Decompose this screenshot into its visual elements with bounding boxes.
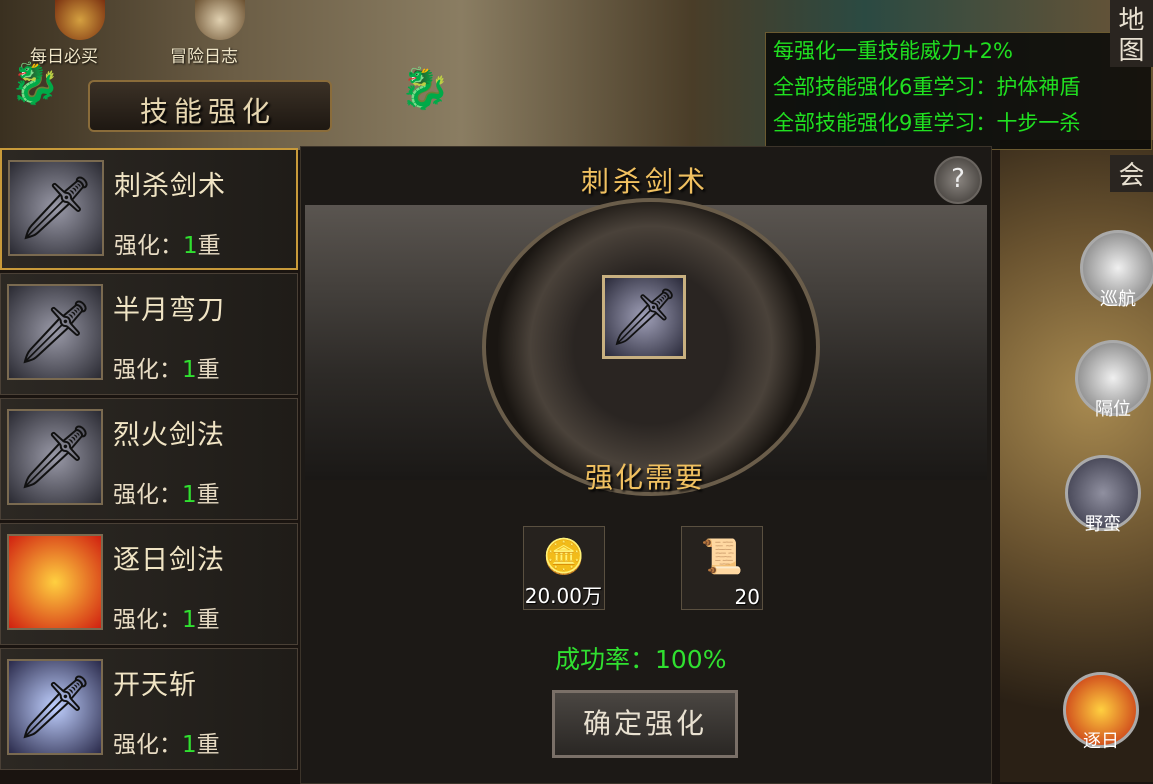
skip-position-label: 隔位 (1095, 399, 1131, 420)
gift-icon (55, 0, 105, 40)
crescent-sword-icon: 🗡 (7, 284, 103, 380)
cost-item-scroll[interactable]: 📜 20 (681, 526, 763, 610)
gold-ingot-icon: 🪙 (542, 537, 586, 577)
selected-skill-sword-icon: 🗡 (602, 275, 686, 359)
window-title: 技能强化 (140, 95, 277, 128)
savage-label: 野蛮 (1085, 514, 1121, 535)
skill-name: 烈火剑法 (113, 420, 225, 451)
scroll-icon: 📜 (700, 537, 744, 577)
tooltip-line: 全部技能强化9重学习：十步一杀 (773, 111, 1081, 135)
guild-tab[interactable]: 会 (1110, 155, 1153, 192)
skill-level: 强化：1重 (113, 732, 220, 758)
item-count: 20 (734, 585, 760, 609)
skill-item-assassinate[interactable]: 🗡 刺杀剑术 强化：1重 (0, 148, 298, 270)
lightning-sword-icon: 🗡 (7, 659, 103, 755)
adventure-log-label: 冒险日志 (170, 47, 238, 67)
sword-icon: 🗡 (8, 160, 104, 256)
sun-chaser-label: 逐日 (1083, 731, 1119, 752)
fire-slash-icon (7, 534, 103, 630)
skill-name: 刺杀剑术 (114, 171, 226, 202)
dragon-ornament-right-icon: 🐉 (400, 66, 450, 112)
cost-item-gold[interactable]: 🪙 20.00万 (523, 526, 605, 610)
dragon-ornament-left-icon: 🐉 (10, 61, 60, 107)
window-title-plate: 技能强化 (88, 80, 332, 132)
map-tab-2[interactable]: 图 (1110, 30, 1153, 67)
skill-name: 半月弯刀 (113, 295, 225, 326)
requirement-title: 强化需要 (584, 461, 705, 494)
skill-level: 强化：1重 (113, 607, 220, 633)
success-rate: 成功率：100% (555, 645, 727, 674)
skill-name: 开天斩 (113, 670, 197, 701)
skip-position-button[interactable]: 隔位 (1075, 340, 1151, 420)
cruise-button[interactable]: 巡航 (1080, 230, 1153, 310)
sun-chaser-button[interactable]: 逐日 (1063, 672, 1139, 752)
skill-level: 强化：1重 (113, 482, 220, 508)
item-count: 20.00万 (524, 584, 602, 608)
strengthen-tooltip: 每强化一重技能威力+2% 全部技能强化6重学习：护体神盾 全部技能强化9重学习：… (765, 32, 1152, 150)
skill-item-sun-chaser[interactable]: 逐日剑法 强化：1重 (0, 523, 298, 645)
cruise-label: 巡航 (1100, 289, 1136, 310)
skill-item-half-moon[interactable]: 🗡 半月弯刀 强化：1重 (0, 273, 298, 395)
tooltip-line: 全部技能强化6重学习：护体神盾 (773, 75, 1081, 99)
adventure-log-button[interactable]: 冒险日志 (170, 0, 260, 70)
skill-name: 逐日剑法 (113, 545, 225, 576)
skill-item-sky-splitter[interactable]: 🗡 开天斩 强化：1重 (0, 648, 298, 770)
help-button[interactable]: ? (934, 156, 982, 204)
detail-title: 刺杀剑术 (580, 165, 709, 198)
flame-sword-icon: 🗡 (7, 409, 103, 505)
savage-charge-button[interactable]: 野蛮 (1065, 455, 1141, 535)
confirm-strengthen-button[interactable]: 确定强化 (552, 690, 738, 758)
skill-level: 强化：1重 (113, 357, 220, 383)
skill-item-blazing[interactable]: 🗡 烈火剑法 强化：1重 (0, 398, 298, 520)
tooltip-line: 每强化一重技能威力+2% (773, 39, 1013, 63)
skill-level: 强化：1重 (114, 233, 221, 259)
book-icon (195, 0, 245, 40)
